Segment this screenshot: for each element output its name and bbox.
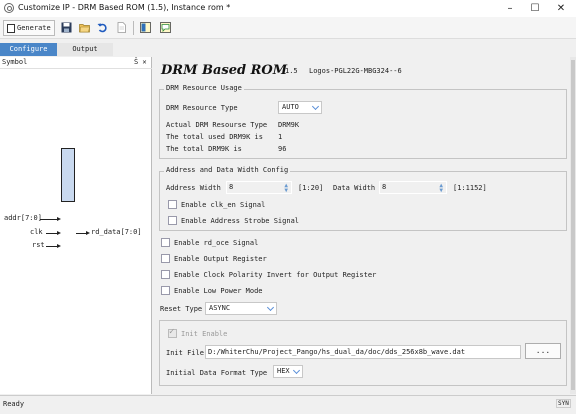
chevron-down-icon <box>266 303 275 312</box>
symbol-panel-header: Symbol Š ✕ <box>0 57 152 69</box>
addr-strobe-checkbox[interactable] <box>168 216 177 225</box>
pin-label-clk: clk <box>30 228 43 236</box>
browse-button[interactable]: ... <box>525 343 561 359</box>
init-format-select[interactable]: HEX <box>273 365 303 378</box>
total-drm-value: 96 <box>278 145 287 153</box>
address-width-label: Address Width <box>166 184 221 192</box>
data-width-spinbox[interactable]: 8 ▲ ▼ <box>379 181 447 194</box>
reset-type-select[interactable]: ASYNC <box>205 302 277 315</box>
reset-type-value: ASYNC <box>209 304 231 312</box>
clk-en-label: Enable clk_en Signal <box>181 201 266 209</box>
pin-label-rd-data: rd_data[7:0] <box>91 228 142 236</box>
init-file-input[interactable]: D:/WhiterChu/Project_Pango/hs_dual_da/do… <box>205 345 521 359</box>
data-width-label: Data Width <box>333 184 376 192</box>
chevron-down-icon <box>292 366 301 375</box>
title-bar: Customize IP - DRM Based ROM (1.5), Inst… <box>0 0 576 17</box>
init-enable-label: Init Enable <box>181 330 228 338</box>
device-name: Logos-PGL22G-MBG324--6 <box>309 67 402 75</box>
actual-type-label: Actual DRM Resourse Type <box>166 121 268 129</box>
pin-arrow-rd-data <box>86 230 90 235</box>
status-text: Ready <box>3 400 25 408</box>
ip-version: 1.5 <box>285 67 298 75</box>
close-button[interactable]: ✕ <box>549 0 573 17</box>
symbol-panel: Symbol Š ✕ <box>0 57 152 394</box>
toolbar: Generate <box>0 17 576 39</box>
save-icon[interactable] <box>61 22 72 33</box>
low-power-label: Enable Low Power Mode <box>174 287 263 295</box>
rd-oce-label: Enable rd_oce Signal <box>174 239 259 247</box>
ip-title: DRM Based ROM <box>161 63 288 78</box>
generate-icon <box>7 24 15 33</box>
tab-configure[interactable]: Configure <box>0 43 57 56</box>
resource-type-label: DRM Resource Type <box>166 104 238 112</box>
spin-down-icon[interactable]: ▼ <box>439 188 443 194</box>
generate-button[interactable]: Generate <box>3 20 55 36</box>
drm-resource-group-label: DRM Resource Usage <box>164 84 244 92</box>
tab-bar: Configure Output <box>0 39 576 56</box>
chevron-down-icon <box>311 102 320 111</box>
data-width-range: [1:1152] <box>453 184 487 192</box>
document-icon[interactable] <box>116 22 127 33</box>
actual-type-value: DRM9K <box>278 121 300 129</box>
pin-arrow-addr <box>57 216 61 221</box>
init-enable-checkbox[interactable] <box>168 327 177 338</box>
ip-symbol-block <box>61 148 75 202</box>
pin-arrow-rst <box>57 243 61 248</box>
output-register-checkbox[interactable] <box>161 254 170 263</box>
data-width-value: 8 <box>382 183 387 191</box>
clk-en-checkbox[interactable] <box>168 200 177 209</box>
used-drm-label: The total used DRM9K is <box>166 133 263 141</box>
pin-line-clk <box>46 233 57 234</box>
pin-label-addr: addr[7:0] <box>4 214 42 222</box>
pin-line-rst <box>46 246 57 247</box>
init-format-value: HEX <box>277 367 290 375</box>
app-icon <box>4 3 14 13</box>
resource-type-select[interactable]: AUTO <box>278 101 322 114</box>
used-drm-value: 1 <box>278 133 283 141</box>
comment-icon[interactable] <box>160 22 171 33</box>
init-file-label: Init File <box>166 349 204 357</box>
pin-line-addr <box>40 219 57 220</box>
output-register-label: Enable Output Register <box>174 255 267 263</box>
low-power-checkbox[interactable] <box>161 286 170 295</box>
panel-float-close-icon[interactable]: Š ✕ <box>134 57 147 68</box>
reset-type-label: Reset Type <box>160 305 203 313</box>
rd-oce-checkbox[interactable] <box>161 238 170 247</box>
pin-arrow-clk <box>57 230 61 235</box>
minimize-button[interactable]: – <box>498 0 522 17</box>
address-width-value: 8 <box>229 183 234 191</box>
generate-label: Generate <box>17 24 51 32</box>
open-folder-icon[interactable] <box>79 22 90 33</box>
tab-output[interactable]: Output <box>57 43 113 56</box>
window-title: Customize IP - DRM Based ROM (1.5), Inst… <box>18 3 231 12</box>
toolbar-separator <box>133 21 134 35</box>
address-width-range: [1:20] <box>298 184 324 192</box>
total-drm-label: The total DRM9K is <box>166 145 242 153</box>
undo-icon[interactable] <box>97 22 108 33</box>
symbol-panel-title: Symbol <box>2 58 28 66</box>
panel-toggle-icon[interactable] <box>140 22 151 33</box>
status-indicator: SYN <box>556 399 571 408</box>
addr-strobe-label: Enable Address Strobe Signal <box>181 217 300 225</box>
clock-polarity-label: Enable Clock Polarity Invert for Output … <box>174 271 377 279</box>
address-width-spinbox[interactable]: 8 ▲ ▼ <box>226 181 292 194</box>
maximize-button[interactable]: ☐ <box>523 0 547 17</box>
clock-polarity-checkbox[interactable] <box>161 270 170 279</box>
resource-type-value: AUTO <box>282 103 299 111</box>
config-scrollbar-thumb[interactable] <box>571 60 575 390</box>
status-bar: Ready SYN <box>0 395 576 414</box>
init-format-label: Initial Data Format Type <box>166 369 268 377</box>
address-data-width-group-label: Address and Data Width Config <box>164 166 291 174</box>
spin-down-icon[interactable]: ▼ <box>284 188 288 194</box>
pin-label-rst: rst <box>32 241 45 249</box>
